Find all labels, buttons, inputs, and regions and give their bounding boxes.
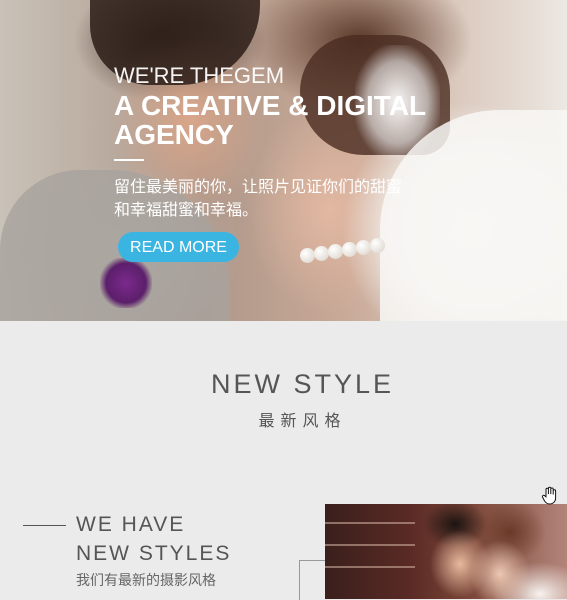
feature-divider bbox=[23, 525, 66, 526]
section-subtitle: 最新风格 bbox=[258, 411, 347, 430]
feature-title: WE HAVE NEW STYLES bbox=[76, 513, 232, 565]
hero-tagline: WE'RE THEGEM bbox=[114, 63, 285, 88]
photo-detail bbox=[325, 522, 415, 524]
feature-description: 我们有最新的摄影风格 bbox=[76, 573, 216, 589]
read-more-button[interactable]: READ MORE bbox=[118, 232, 239, 262]
photo-detail bbox=[325, 566, 415, 568]
section-title: NEW STYLE bbox=[210, 369, 395, 399]
hero-text-block: WE'RE THEGEM A CREATIVE & DIGITAL AGENCY… bbox=[114, 63, 494, 221]
hero-photo-pearls bbox=[300, 236, 392, 266]
photo-frame-decoration bbox=[299, 560, 326, 600]
hero-headline: A CREATIVE & DIGITAL AGENCY bbox=[114, 90, 427, 150]
feature-photo[interactable] bbox=[325, 504, 567, 599]
hand-cursor-icon bbox=[541, 486, 557, 505]
hero-description: 留住最美丽的你，让照片见证你们的甜蜜和幸福甜蜜和幸福。 bbox=[114, 177, 403, 219]
hero-divider bbox=[114, 159, 144, 161]
hero-banner: WE'RE THEGEM A CREATIVE & DIGITAL AGENCY… bbox=[0, 0, 567, 321]
photo-detail bbox=[325, 544, 415, 546]
hero-photo-flower bbox=[100, 258, 152, 308]
